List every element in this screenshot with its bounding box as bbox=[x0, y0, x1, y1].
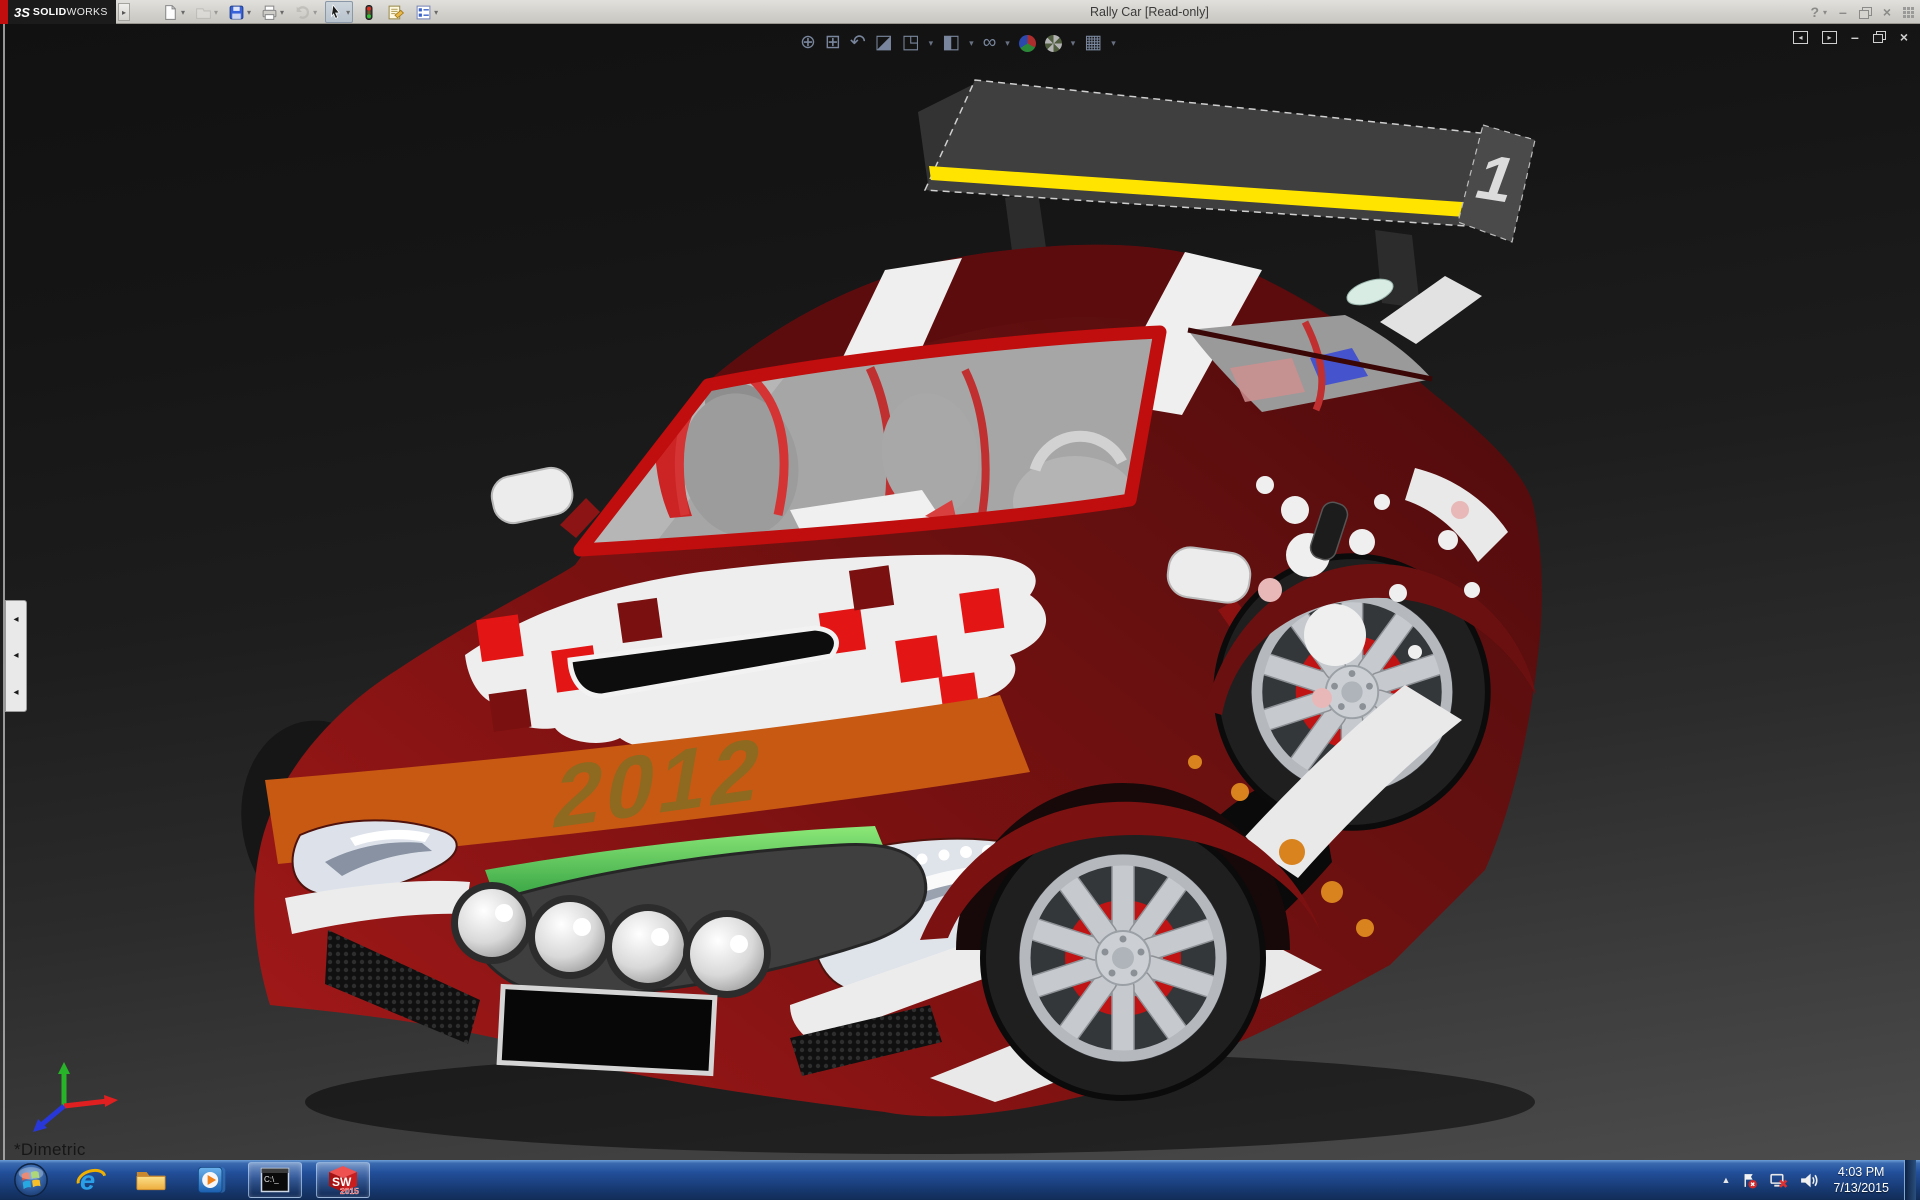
undo-button[interactable]: ▾ bbox=[292, 1, 319, 23]
undo-arrow-icon bbox=[294, 4, 311, 21]
license-plate bbox=[499, 987, 715, 1074]
tray-date: 7/13/2015 bbox=[1833, 1180, 1889, 1196]
collapse-arrow-icon: ◂ bbox=[13, 650, 18, 661]
folder-icon bbox=[133, 1165, 169, 1195]
save-button[interactable]: ▾ bbox=[226, 1, 253, 23]
command-prompt-icon: C:\_ bbox=[260, 1167, 290, 1193]
taskbar-item-windows-explorer[interactable] bbox=[128, 1160, 174, 1200]
feature-panel-collapsed-tab[interactable]: ◂ ◂ ◂ bbox=[5, 600, 27, 712]
cmd-label: C:\_ bbox=[264, 1175, 279, 1184]
front-wheel bbox=[983, 818, 1263, 1098]
select-cursor-icon bbox=[328, 4, 344, 20]
collapse-arrow-icon: ◂ bbox=[13, 614, 18, 625]
taskbar-item-command-prompt[interactable]: C:\_ bbox=[248, 1162, 302, 1198]
close-button[interactable]: × bbox=[1883, 4, 1891, 20]
window-title: Rally Car [Read-only] bbox=[1090, 0, 1209, 24]
taskbar-item-internet-explorer[interactable]: e bbox=[68, 1160, 114, 1200]
options-list-icon bbox=[415, 4, 432, 21]
restore-button[interactable] bbox=[1859, 7, 1871, 18]
rebuild-button[interactable] bbox=[359, 1, 379, 23]
doc-close-button[interactable]: × bbox=[1900, 29, 1908, 45]
collapse-right-icon[interactable]: ▸ bbox=[1822, 31, 1837, 44]
view-orientation-icon[interactable]: ◳ bbox=[902, 30, 920, 56]
desktop-grid-icon[interactable] bbox=[1903, 7, 1914, 18]
tray-clock[interactable]: 4:03 PM 7/13/2015 bbox=[1833, 1164, 1889, 1196]
help-button[interactable]: ? bbox=[1810, 4, 1819, 20]
print-button[interactable]: ▾ bbox=[259, 1, 286, 23]
file-properties-icon bbox=[387, 4, 405, 21]
file-properties-button[interactable] bbox=[385, 1, 407, 23]
edge-accent bbox=[0, 0, 8, 24]
reference-triad bbox=[26, 1060, 126, 1138]
titlebar: 3S SOLID WORKS ▸ ▾ ▾ ▾ ▾ bbox=[0, 0, 1920, 24]
display-style-icon[interactable]: ◧ bbox=[942, 30, 960, 56]
apply-scene-icon[interactable] bbox=[1045, 35, 1062, 52]
collapse-left-icon[interactable]: ◂ bbox=[1793, 31, 1808, 44]
start-button[interactable] bbox=[8, 1160, 54, 1200]
select-tool-button[interactable]: ▾ bbox=[325, 1, 353, 23]
options-button[interactable]: ▾ bbox=[413, 1, 440, 23]
tray-expand-icon[interactable]: ▲ bbox=[1721, 1175, 1730, 1185]
previous-view-icon[interactable]: ↶ bbox=[850, 30, 866, 56]
open-button[interactable]: ▾ bbox=[193, 1, 220, 23]
collapse-arrow-icon: ◂ bbox=[13, 687, 18, 698]
section-view-icon[interactable]: ◪ bbox=[875, 30, 893, 56]
new-document-button[interactable]: ▾ bbox=[160, 1, 187, 23]
zoom-to-area-icon[interactable]: ⊞ bbox=[825, 30, 841, 56]
action-center-flag-icon[interactable] bbox=[1741, 1172, 1758, 1189]
open-folder-icon bbox=[195, 4, 212, 21]
show-desktop-button[interactable] bbox=[1904, 1160, 1916, 1200]
hide-show-items-icon[interactable]: ∞ bbox=[983, 30, 997, 56]
headsup-view-toolbar: ⊕ ⊞ ↶ ◪ ◳ ▾ ◧ ▾ ∞ ▾ ▾ ▦ ▾ bbox=[800, 30, 1116, 56]
taskbar-item-solidworks[interactable]: SW 2015 bbox=[316, 1162, 370, 1198]
desktop: 3S SOLID WORKS ▸ ▾ ▾ ▾ ▾ bbox=[0, 0, 1920, 1200]
menu-expand-icon[interactable]: ▸ bbox=[118, 3, 130, 21]
system-tray: ▲ 4:03 PM 7/13/2015 bbox=[1721, 1160, 1920, 1200]
feature-panel-splitter[interactable] bbox=[3, 24, 5, 1160]
media-player-icon bbox=[194, 1164, 228, 1196]
minimize-button[interactable]: – bbox=[1839, 4, 1847, 20]
brand-glyph: 3S bbox=[14, 5, 30, 20]
taskbar: e bbox=[0, 1160, 1920, 1200]
zoom-to-fit-icon[interactable]: ⊕ bbox=[800, 30, 816, 56]
solidworks-2015-icon: SW 2015 bbox=[326, 1165, 360, 1195]
printer-icon bbox=[261, 4, 278, 21]
volume-icon[interactable] bbox=[1799, 1172, 1818, 1189]
sw-year: 2015 bbox=[340, 1186, 359, 1195]
view-orientation-label: *Dimetric bbox=[14, 1140, 86, 1160]
graphics-viewport[interactable]: ◂ ◂ ◂ ⊕ ⊞ ↶ ◪ ◳ ▾ ◧ ▾ ∞ ▾ ▾ ▦ ▾ ◂ ▸ – bbox=[0, 24, 1920, 1160]
view-settings-icon[interactable]: ▦ bbox=[1084, 30, 1102, 56]
taskbar-item-media-player[interactable] bbox=[188, 1160, 234, 1200]
traffic-light-icon bbox=[361, 4, 377, 21]
network-disconnected-icon[interactable] bbox=[1769, 1172, 1788, 1189]
tray-time: 4:03 PM bbox=[1833, 1164, 1889, 1180]
document-window-controls: ◂ ▸ – × bbox=[1793, 29, 1908, 45]
doc-restore-button[interactable] bbox=[1873, 31, 1886, 43]
left-mirror bbox=[488, 464, 600, 538]
new-document-icon bbox=[162, 4, 179, 21]
window-controls: ? ▾ – × bbox=[1810, 0, 1914, 24]
rally-car-model[interactable]: 1 bbox=[230, 70, 1570, 1160]
internet-explorer-icon: e bbox=[74, 1163, 108, 1197]
doc-minimize-button[interactable]: – bbox=[1851, 29, 1859, 45]
main-toolbar: ▾ ▾ ▾ ▾ ▾ ▾ bbox=[160, 0, 440, 24]
windows-start-icon bbox=[12, 1161, 50, 1199]
save-floppy-icon bbox=[228, 4, 245, 21]
solidworks-logo: 3S SOLID WORKS bbox=[8, 0, 116, 24]
edit-appearance-icon[interactable] bbox=[1019, 35, 1036, 52]
